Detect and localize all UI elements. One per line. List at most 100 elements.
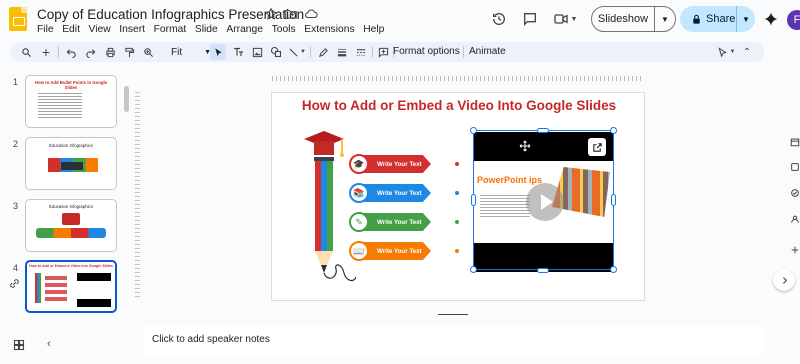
share-label-wrap: Share [680,6,737,32]
chevron-up-icon: ⌃ [742,46,752,58]
resize-handle-bottom[interactable] [537,268,549,273]
image-icon [252,47,262,57]
add-comment-icon [378,47,388,58]
pointer-mode-button[interactable]: ▼ [714,44,738,60]
collapse-filmstrip-button[interactable]: ‹ [47,338,51,350]
share-dropdown-icon[interactable]: ▼ [737,15,755,24]
avatar[interactable]: F [787,10,800,30]
star-icon[interactable] [264,7,278,21]
menu-slide[interactable]: Slide [191,24,223,35]
speaker-notes-placeholder: Click to add speaker notes [152,334,270,345]
book-icon: 📖 [349,241,369,261]
attachment-button[interactable] [9,276,20,294]
menu-arrange[interactable]: Arrange [222,24,267,35]
thumbnail-pencil [35,273,41,303]
notes-resize-handle[interactable] [438,314,468,315]
new-slide-button[interactable]: + [39,44,53,60]
thumbnail-bullets [38,93,82,120]
resize-handle-left[interactable] [471,194,476,206]
slide-number: 1 [13,77,19,87]
shape-button[interactable] [266,44,286,60]
border-dash-button[interactable] [354,44,368,60]
explore-button[interactable] [773,269,795,291]
contacts-icon[interactable] [790,214,800,224]
hide-menus-button[interactable]: ⌃ [740,44,754,60]
menu-view[interactable]: View [84,24,115,35]
meet-button[interactable]: ▼ [550,6,580,32]
zoom-select[interactable]: Fit ▼ [171,44,211,60]
resize-handle-top-left[interactable] [470,127,477,134]
move-folder-icon[interactable] [284,7,298,21]
border-color-button[interactable] [316,44,330,60]
row-dot [455,191,459,195]
menu-help[interactable]: Help [359,24,389,35]
menu-extensions[interactable]: Extensions [300,24,359,35]
slide-thumbnail-2[interactable]: Education Infographics [25,137,117,190]
speaker-notes[interactable]: Click to add speaker notes [143,326,765,356]
thumbnail-title: How to Add or Embed a Video Into Google … [29,264,113,268]
paint-format-button[interactable] [122,44,136,60]
chevron-down-icon: ▼ [300,49,306,55]
text-label-row[interactable]: ✎ Write Your Text [349,212,439,232]
line-button[interactable]: ▼ [288,44,306,60]
resize-handle-right[interactable] [611,194,616,206]
menu-insert[interactable]: Insert [115,24,149,35]
menu-tools[interactable]: Tools [267,24,300,35]
keep-icon[interactable] [790,162,800,172]
slide-thumbnail-1[interactable]: How to Add Bullet Points in Google Slide… [25,75,117,128]
slide-number: 4 [13,263,19,273]
resize-handle-top-right[interactable] [610,127,617,134]
animate-button[interactable]: Animate [469,44,506,60]
undo-button[interactable] [64,44,78,60]
plus-icon[interactable] [790,245,800,255]
video-camera-icon [553,14,568,24]
resize-handle-bottom-right[interactable] [610,266,617,273]
toolbar-divider [310,46,311,58]
filmstrip: 1 How to Add Bullet Points in Google Sli… [0,62,134,322]
chevron-down-icon: ▼ [570,15,578,23]
text-box-button[interactable] [231,44,245,60]
text-label-row[interactable]: 📚 Write Your Text [349,183,439,203]
border-weight-button[interactable] [335,44,349,60]
grid-view-button[interactable] [13,338,25,351]
select-tool-button[interactable] [210,44,226,60]
thumbnail-title: Education Infographics [49,204,93,209]
slide-thumbnail-3[interactable]: Education Infographics [25,199,117,252]
menu-edit[interactable]: Edit [58,24,84,35]
slide-title[interactable]: How to Add or Embed a Video Into Google … [272,98,644,113]
slideshow-button[interactable]: Slideshow ▼ [591,6,676,32]
thumbnail-title: How to Add Bullet Points in Google Slide… [34,80,108,91]
resize-handle-bottom-left[interactable] [470,266,477,273]
comments-button[interactable] [519,6,541,32]
zoom-button[interactable] [141,44,155,60]
filmstrip-scrollbar[interactable] [124,86,129,112]
horizontal-ruler [272,76,644,81]
slides-logo-icon[interactable] [9,7,27,31]
row-label: Write Your Text [363,242,431,260]
print-button[interactable] [103,44,117,60]
text-label-row[interactable]: 🎓 Write Your Text [349,154,439,174]
menu-format[interactable]: Format [149,24,190,35]
format-options-button[interactable]: Format options [393,44,460,60]
row-dot [455,220,459,224]
calendar-icon[interactable] [790,137,800,147]
gemini-button[interactable] [760,6,782,32]
tasks-icon[interactable] [790,188,800,198]
redo-button[interactable] [83,44,97,60]
version-history-button[interactable] [488,6,510,32]
resize-handle-top[interactable] [537,128,549,133]
text-box-icon [234,47,243,56]
image-button[interactable] [250,44,264,60]
cloud-saved-icon[interactable] [304,7,318,21]
toolbar-divider [463,46,464,58]
thumbnail-graphic [62,213,80,225]
chevron-right-icon [782,276,787,284]
share-button[interactable]: Share ▼ [680,6,755,32]
pencil-illustration [304,131,356,282]
slide-thumbnail-4[interactable]: How to Add or Embed a Video Into Google … [25,260,117,313]
insert-comment-button[interactable] [376,44,390,60]
search-menus-button[interactable] [19,44,33,60]
menu-file[interactable]: File [37,24,58,35]
text-label-row[interactable]: 📖 Write Your Text [349,241,439,261]
slideshow-dropdown-icon[interactable]: ▼ [655,15,675,24]
